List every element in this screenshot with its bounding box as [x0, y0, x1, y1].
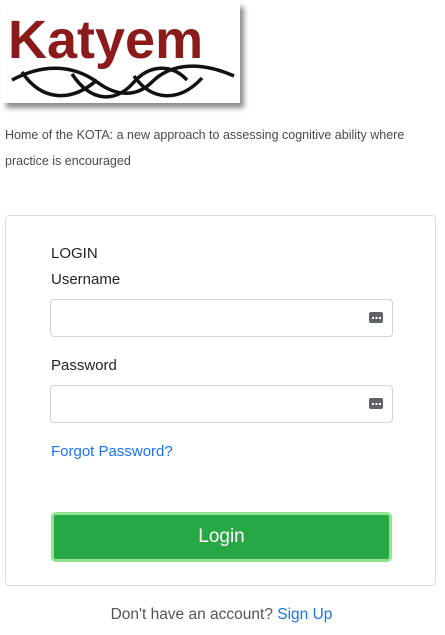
login-heading: LOGIN — [51, 245, 98, 262]
logo-loop-3 — [132, 74, 204, 98]
site-logo: Katyem — [0, 0, 247, 110]
logo-graphic: Katyem — [8, 10, 235, 99]
login-button[interactable]: Login — [51, 512, 392, 562]
logo-wordmark: Katyem — [8, 10, 203, 70]
password-manager-icon[interactable] — [369, 312, 383, 323]
signup-row: Don't have an account? Sign Up — [0, 606, 443, 624]
logo-card: Katyem — [2, 2, 240, 103]
password-label: Password — [51, 357, 117, 374]
password-manager-dots — [371, 316, 381, 319]
password-input[interactable] — [50, 385, 393, 423]
signup-prompt: Don't have an account? — [110, 606, 273, 623]
username-label: Username — [51, 271, 121, 288]
password-manager-dots — [371, 402, 381, 405]
forgot-password-link[interactable]: Forgot Password? — [51, 443, 173, 460]
signup-link[interactable]: Sign Up — [277, 606, 332, 623]
username-input[interactable] — [50, 299, 393, 337]
login-card: LOGIN Username Password Forgot Password?… — [5, 215, 436, 586]
site-tagline: Home of the KOTA: a new approach to asse… — [5, 128, 405, 168]
password-manager-icon[interactable] — [369, 398, 383, 409]
